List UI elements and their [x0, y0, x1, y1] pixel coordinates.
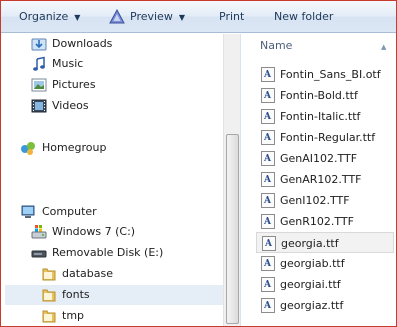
nav-item-folder-fonts[interactable]: fonts — [5, 285, 223, 305]
font-file-icon: A — [261, 193, 275, 208]
videos-icon — [31, 99, 47, 113]
file-row[interactable]: A Fontin-Italic.ttf — [256, 106, 394, 127]
font-file-icon-letter: A — [264, 91, 271, 101]
file-row[interactable]: Ageorgiaz.ttf — [256, 295, 394, 316]
nav-label: Computer — [42, 205, 97, 218]
nav-label: fonts — [62, 288, 90, 301]
font-file-icon: A — [261, 130, 275, 145]
font-file-icon: A — [261, 298, 275, 313]
chevron-down-icon: ▼ — [74, 13, 81, 22]
preview-icon — [109, 9, 125, 24]
nav-label: Removable Disk (E:) — [52, 246, 164, 259]
font-file-icon-letter: A — [264, 196, 271, 206]
font-file-icon: A — [261, 67, 275, 82]
font-file-icon: A — [261, 256, 275, 271]
file-row[interactable]: A Fontin-Regular.ttf — [256, 127, 394, 148]
organize-label: Organize — [19, 10, 69, 23]
column-header-label: Name — [260, 39, 293, 52]
file-name: georgiai.ttf — [280, 278, 341, 291]
font-file-icon-letter: A — [264, 301, 271, 311]
removable-disk-icon — [31, 250, 47, 258]
font-file-icon: A — [261, 151, 275, 166]
file-name: GenI102.TTF — [280, 194, 350, 207]
file-name: Fontin-Italic.ttf — [280, 110, 361, 123]
print-button[interactable]: Print — [219, 1, 244, 33]
preview-button[interactable]: Preview ▼ — [130, 1, 185, 33]
chevron-down-icon: ▼ — [178, 13, 185, 22]
file-name: GenAI102.TTF — [280, 152, 358, 165]
file-row[interactable]: A GenAI102.TTF — [256, 148, 394, 169]
file-name: GenR102.TTF — [280, 215, 354, 228]
pane-splitter[interactable] — [240, 34, 254, 326]
nav-scrollbar[interactable] — [223, 34, 240, 326]
preview-label: Preview — [130, 10, 173, 23]
font-file-icon-letter: A — [264, 133, 271, 143]
font-file-icon-letter: A — [264, 112, 271, 122]
hard-drive-icon — [31, 225, 47, 239]
homegroup-icon — [21, 142, 35, 155]
nav-label: database — [62, 267, 113, 280]
file-row[interactable]: A GenAR102.TTF — [256, 169, 394, 190]
file-name: Fontin-Bold.ttf — [280, 89, 358, 102]
file-row[interactable]: Ageorgiai.ttf — [256, 274, 394, 295]
folder-icon — [42, 289, 56, 302]
pictures-icon — [31, 78, 47, 92]
sort-arrow-icon: ▲ — [381, 43, 387, 51]
font-file-icon-letter: A — [264, 259, 271, 269]
column-header-name[interactable]: Name ▲ — [254, 34, 396, 58]
font-file-icon-letter: A — [264, 70, 271, 80]
navigation-pane: Downloads Music Pictures Videos Homegrou… — [1, 34, 239, 326]
file-name: GenAR102.TTF — [280, 173, 362, 186]
folder-icon — [42, 310, 56, 323]
file-row[interactable]: A GenR102.TTF — [256, 211, 394, 232]
file-name: Fontin-Regular.ttf — [280, 131, 376, 144]
file-row[interactable]: Ageorgia.ttf — [256, 232, 394, 253]
file-name: georgiab.ttf — [280, 257, 345, 270]
file-row[interactable]: A Fontin_Sans_BI.otf — [256, 64, 394, 85]
computer-icon — [21, 205, 35, 218]
font-file-icon: A — [261, 172, 275, 187]
font-file-icon: A — [261, 277, 275, 292]
nav-label: Homegroup — [42, 141, 107, 154]
font-file-icon: A — [262, 236, 276, 251]
file-name: georgia.ttf — [281, 237, 339, 250]
music-icon — [33, 56, 45, 71]
font-file-icon-letter: A — [264, 217, 271, 227]
nav-label: Pictures — [52, 78, 96, 91]
font-file-icon-letter: A — [265, 239, 272, 249]
file-name: georgiaz.ttf — [280, 299, 344, 312]
font-file-icon: A — [261, 214, 275, 229]
font-file-icon: A — [261, 109, 275, 124]
file-row[interactable]: A GenI102.TTF — [256, 190, 394, 211]
downloads-icon — [31, 38, 47, 51]
nav-label: tmp — [62, 309, 85, 322]
nav-scrollbar-thumb[interactable] — [226, 134, 239, 324]
file-row[interactable]: A Fontin-Bold.ttf — [256, 85, 394, 106]
nav-label: Music — [52, 57, 84, 70]
command-bar: Organize ▼ Preview ▼ Print New folder — [1, 1, 396, 33]
new-folder-button[interactable]: New folder — [274, 1, 333, 33]
organize-button[interactable]: Organize ▼ — [19, 1, 80, 33]
explorer-window: Organize ▼ Preview ▼ Print New folder Down… — [0, 0, 397, 327]
folder-icon — [42, 268, 56, 281]
file-list: Name ▲ A Fontin_Sans_BI.otf A Fontin-Bold.t… — [254, 34, 396, 326]
nav-label: Windows 7 (C:) — [52, 225, 136, 238]
nav-label: Videos — [52, 99, 89, 112]
font-file-icon-letter: A — [264, 154, 271, 164]
file-name: Fontin_Sans_BI.otf — [280, 68, 381, 81]
font-file-icon-letter: A — [264, 175, 271, 185]
nav-label: Downloads — [52, 37, 113, 50]
file-row[interactable]: Ageorgiab.ttf — [256, 253, 394, 274]
font-file-icon: A — [261, 88, 275, 103]
font-file-icon-letter: A — [264, 280, 271, 290]
